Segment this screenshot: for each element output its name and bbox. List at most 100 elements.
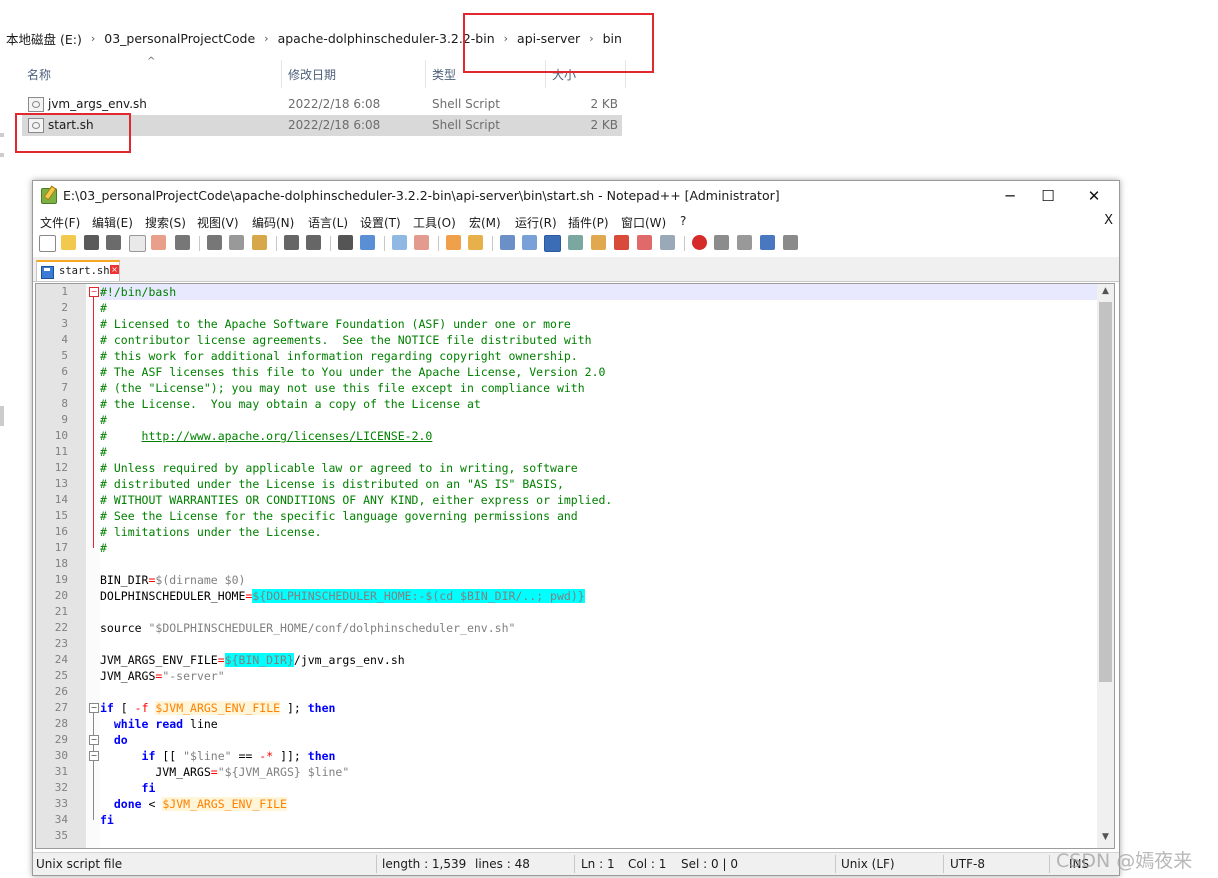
title-bar[interactable]: E:\03_personalProjectCode\apache-dolphin… bbox=[33, 181, 1119, 211]
copy-icon[interactable] bbox=[229, 235, 244, 250]
stop-recording-icon[interactable] bbox=[714, 235, 729, 250]
menu-language[interactable]: 语言(L) bbox=[308, 214, 348, 231]
code-line[interactable]: BIN_DIR=$(dirname $0) bbox=[100, 572, 1100, 588]
code-line[interactable] bbox=[100, 604, 1100, 620]
code-editor[interactable]: 1 2 3 4 5 6 7 8 9 10 11 12 13 14 15 16 17 18 19 20 21 22 23 24 2… bbox=[35, 283, 1115, 849]
undo-icon[interactable] bbox=[284, 235, 299, 250]
fold-toggle-icon[interactable]: − bbox=[89, 751, 99, 761]
code-line[interactable]: JVM_ARGS="-server" bbox=[100, 668, 1100, 684]
code-area[interactable]: #!/bin/bash # # Licensed to the Apache Sof… bbox=[100, 284, 1100, 848]
code-line[interactable]: source "$DOLPHINSCHEDULER_HOME/conf/dolp… bbox=[100, 620, 1100, 636]
menu-encoding[interactable]: 编码(N) bbox=[252, 214, 294, 231]
close-button[interactable]: ✕ bbox=[1074, 184, 1114, 208]
zoom-out-icon[interactable] bbox=[414, 235, 429, 250]
open-file-icon[interactable] bbox=[61, 235, 76, 250]
save-macro-icon[interactable] bbox=[783, 235, 798, 250]
zoom-in-icon[interactable] bbox=[392, 235, 407, 250]
document-map-icon[interactable] bbox=[591, 235, 606, 250]
code-line[interactable]: fi bbox=[100, 780, 1100, 796]
code-line[interactable]: # bbox=[100, 412, 1100, 428]
code-line[interactable]: # contributor license agreements. See th… bbox=[100, 332, 1100, 348]
code-line[interactable]: # this work for additional information r… bbox=[100, 348, 1100, 364]
code-line[interactable]: # (the "License"); you may not use this … bbox=[100, 380, 1100, 396]
tab-close-icon[interactable]: × bbox=[110, 265, 119, 274]
breadcrumb-project-folder[interactable]: 03_personalProjectCode bbox=[98, 31, 261, 46]
code-line[interactable]: if [ -f $JVM_ARGS_ENV_FILE ]; then bbox=[100, 700, 1100, 716]
show-all-chars-icon[interactable] bbox=[522, 235, 537, 250]
code-line[interactable]: # bbox=[100, 540, 1100, 556]
fold-margin[interactable]: − − − − bbox=[86, 284, 100, 848]
code-line[interactable]: #!/bin/bash bbox=[100, 284, 1100, 300]
code-line[interactable]: # See the License for the specific langu… bbox=[100, 508, 1100, 524]
code-line[interactable]: # bbox=[100, 444, 1100, 460]
record-macro-icon[interactable] bbox=[692, 235, 707, 250]
menu-search[interactable]: 搜索(S) bbox=[145, 214, 186, 231]
menu-tools[interactable]: 工具(O) bbox=[413, 214, 456, 231]
user-language-icon[interactable] bbox=[568, 235, 583, 250]
code-line[interactable]: while read line bbox=[100, 716, 1100, 732]
minimize-button[interactable]: ─ bbox=[990, 184, 1030, 208]
run-macro-multiple-icon[interactable] bbox=[760, 235, 775, 250]
code-line[interactable]: # The ASF licenses this file to You unde… bbox=[100, 364, 1100, 380]
menu-plugins[interactable]: 插件(P) bbox=[568, 214, 609, 231]
column-divider[interactable] bbox=[281, 60, 282, 88]
menu-run[interactable]: 运行(R) bbox=[515, 214, 557, 231]
redo-icon[interactable] bbox=[306, 235, 321, 250]
sync-vertical-icon[interactable] bbox=[446, 235, 461, 250]
menu-window[interactable]: 窗口(W) bbox=[621, 214, 666, 231]
code-line[interactable]: # distributed under the License is distr… bbox=[100, 476, 1100, 492]
scrollbar-thumb[interactable] bbox=[1099, 302, 1112, 682]
maximize-button[interactable]: ☐ bbox=[1028, 184, 1068, 208]
code-line[interactable] bbox=[100, 556, 1100, 572]
folder-workspace-icon[interactable] bbox=[637, 235, 652, 250]
menu-help[interactable]: ? bbox=[680, 214, 686, 228]
fold-toggle-icon[interactable]: − bbox=[89, 703, 99, 713]
playback-macro-icon[interactable] bbox=[737, 235, 752, 250]
fold-toggle-icon[interactable]: − bbox=[89, 735, 99, 745]
code-line[interactable]: # limitations under the License. bbox=[100, 524, 1100, 540]
indent-guide-icon[interactable] bbox=[544, 235, 561, 252]
menu-settings[interactable]: 设置(T) bbox=[360, 214, 401, 231]
code-line[interactable]: # bbox=[100, 300, 1100, 316]
save-all-icon[interactable] bbox=[106, 235, 121, 250]
replace-icon[interactable] bbox=[360, 235, 375, 250]
monitoring-icon[interactable] bbox=[660, 235, 675, 250]
vertical-scrollbar[interactable]: ▲ ▼ bbox=[1097, 284, 1114, 848]
word-wrap-icon[interactable] bbox=[500, 235, 515, 250]
code-line[interactable]: do bbox=[100, 732, 1100, 748]
file-row-jvm-args-env[interactable]: jvm_args_env.sh 2022/2/18 6:08 Shell Scr… bbox=[22, 94, 622, 115]
code-line[interactable]: # the License. You may obtain a copy of … bbox=[100, 396, 1100, 412]
sync-horizontal-icon[interactable] bbox=[468, 235, 483, 250]
close-document-icon[interactable]: X bbox=[1104, 213, 1113, 228]
menu-macro[interactable]: 宏(M) bbox=[469, 214, 501, 231]
print-icon[interactable] bbox=[175, 235, 190, 250]
code-line[interactable]: DOLPHINSCHEDULER_HOME=${DOLPHINSCHEDULER… bbox=[100, 588, 1100, 604]
code-line[interactable]: if [[ "$line" == -* ]]; then bbox=[100, 748, 1100, 764]
menu-edit[interactable]: 编辑(E) bbox=[92, 214, 133, 231]
code-line[interactable] bbox=[100, 828, 1100, 844]
scroll-up-icon[interactable]: ▲ bbox=[1100, 286, 1111, 300]
column-divider[interactable] bbox=[425, 60, 426, 88]
code-line[interactable]: # http://www.apache.org/licenses/LICENSE… bbox=[100, 428, 1100, 444]
close-all-icon[interactable] bbox=[151, 235, 166, 250]
breadcrumb-drive[interactable]: 本地磁盘 (E:) bbox=[0, 29, 88, 48]
tab-start-sh[interactable]: start.sh × bbox=[36, 260, 120, 281]
column-header-type[interactable]: 类型 bbox=[432, 66, 456, 83]
find-icon[interactable] bbox=[338, 235, 353, 250]
scroll-down-icon[interactable]: ▼ bbox=[1100, 832, 1111, 846]
paste-icon[interactable] bbox=[252, 235, 267, 250]
menu-view[interactable]: 视图(V) bbox=[197, 214, 239, 231]
code-line[interactable]: JVM_ARGS="${JVM_ARGS} $line" bbox=[100, 764, 1100, 780]
fold-toggle-icon[interactable]: − bbox=[89, 287, 99, 297]
menu-file[interactable]: 文件(F) bbox=[40, 214, 80, 231]
code-line[interactable] bbox=[100, 684, 1100, 700]
close-file-icon[interactable] bbox=[129, 235, 146, 252]
code-line[interactable]: fi bbox=[100, 812, 1100, 828]
column-header-modified[interactable]: 修改日期 bbox=[288, 66, 336, 83]
code-line[interactable] bbox=[100, 636, 1100, 652]
code-line[interactable]: JVM_ARGS_ENV_FILE=${BIN_DIR}/jvm_args_en… bbox=[100, 652, 1100, 668]
code-line[interactable]: # Licensed to the Apache Software Founda… bbox=[100, 316, 1100, 332]
code-line[interactable]: # Unless required by applicable law or a… bbox=[100, 460, 1100, 476]
cut-icon[interactable] bbox=[207, 235, 222, 250]
code-line[interactable]: # WITHOUT WARRANTIES OR CONDITIONS OF AN… bbox=[100, 492, 1100, 508]
